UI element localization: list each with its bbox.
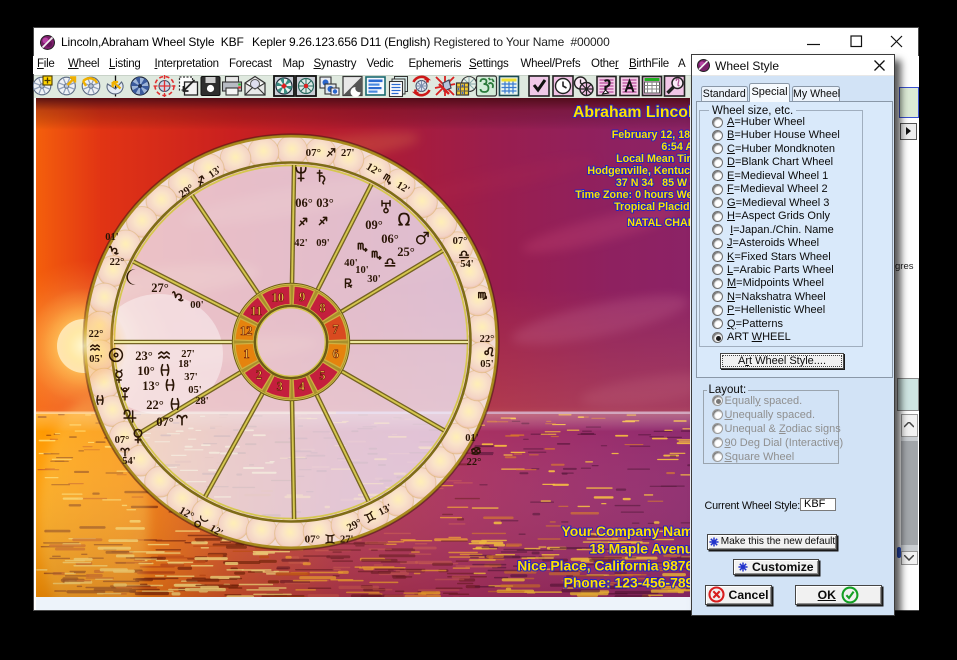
svg-text:4: 4: [299, 380, 306, 394]
svg-text:22°: 22°: [110, 257, 125, 268]
svg-text:01': 01': [465, 433, 479, 444]
svg-text:28': 28': [195, 396, 209, 407]
svg-text:25°: 25°: [397, 245, 415, 259]
svg-text:07°: 07°: [453, 236, 468, 247]
svg-text:Local Mean Time: Local Mean Time: [616, 153, 691, 165]
svg-text:03°: 03°: [316, 196, 334, 210]
svg-text:6: 6: [332, 347, 338, 361]
svg-text:01': 01': [105, 232, 119, 243]
svg-text:07°: 07°: [156, 415, 174, 429]
svg-text:Tropical Placidus: Tropical Placidus: [614, 201, 691, 213]
svg-text:54': 54': [460, 259, 474, 270]
svg-text:09°: 09°: [365, 218, 383, 232]
svg-text:Hodgenville, Kentucky: Hodgenville, Kentucky: [587, 165, 691, 177]
svg-text:37': 37': [184, 372, 198, 383]
svg-text:27': 27': [341, 148, 355, 159]
svg-text:10°: 10°: [137, 364, 155, 378]
svg-text:05': 05': [480, 359, 494, 370]
svg-text:27': 27': [340, 535, 354, 546]
svg-text:07°: 07°: [305, 534, 320, 546]
svg-text:Time Zone: 0 hours West: Time Zone: 0 hours West: [575, 189, 691, 201]
svg-text:06°: 06°: [381, 232, 399, 246]
svg-text:Phone: 123-456-7890: Phone: 123-456-7890: [564, 575, 691, 591]
svg-text:6:54 AM: 6:54 AM: [661, 141, 691, 153]
svg-text:27°: 27°: [151, 281, 169, 295]
svg-text:09': 09': [316, 238, 330, 249]
svg-text:54': 54': [122, 456, 136, 467]
svg-text:2: 2: [256, 368, 262, 382]
svg-text:06°: 06°: [295, 196, 313, 210]
svg-text:18': 18': [178, 359, 192, 370]
svg-text:Nice Place, California 98765: Nice Place, California 98765: [517, 558, 691, 574]
svg-text:22°: 22°: [89, 329, 104, 340]
svg-text:10: 10: [272, 291, 285, 305]
svg-text:5: 5: [319, 369, 325, 383]
svg-text:Abraham Lincoln: Abraham Lincoln: [573, 104, 691, 121]
svg-text:05': 05': [89, 354, 103, 365]
svg-text:7: 7: [332, 323, 338, 337]
svg-text:18 Maple Avenue: 18 Maple Avenue: [589, 541, 691, 557]
svg-text:30': 30': [367, 274, 381, 285]
svg-text:05': 05': [188, 385, 202, 396]
svg-text:Your Company Name: Your Company Name: [562, 523, 691, 539]
svg-text:23°: 23°: [135, 349, 153, 363]
svg-text:1: 1: [243, 347, 249, 361]
svg-text:8: 8: [319, 301, 325, 315]
svg-text:00': 00': [190, 300, 204, 311]
svg-text:42': 42': [294, 238, 308, 249]
svg-text:07°: 07°: [115, 435, 130, 446]
svg-text:07°: 07°: [306, 147, 321, 159]
svg-text:3: 3: [277, 380, 283, 394]
svg-text:37 N 34 85 W 41: 37 N 34 85 W 41: [616, 177, 691, 189]
svg-text:13°: 13°: [142, 379, 160, 393]
svg-text:NATAL CHART: NATAL CHART: [627, 217, 691, 229]
svg-text:February 12, 1809: February 12, 1809: [612, 129, 691, 141]
svg-text:12: 12: [240, 324, 253, 338]
svg-text:22°: 22°: [467, 457, 482, 468]
svg-text:9: 9: [299, 290, 305, 304]
svg-text:11: 11: [250, 304, 262, 318]
svg-text:22°: 22°: [146, 398, 164, 412]
svg-text:22°: 22°: [480, 334, 495, 345]
